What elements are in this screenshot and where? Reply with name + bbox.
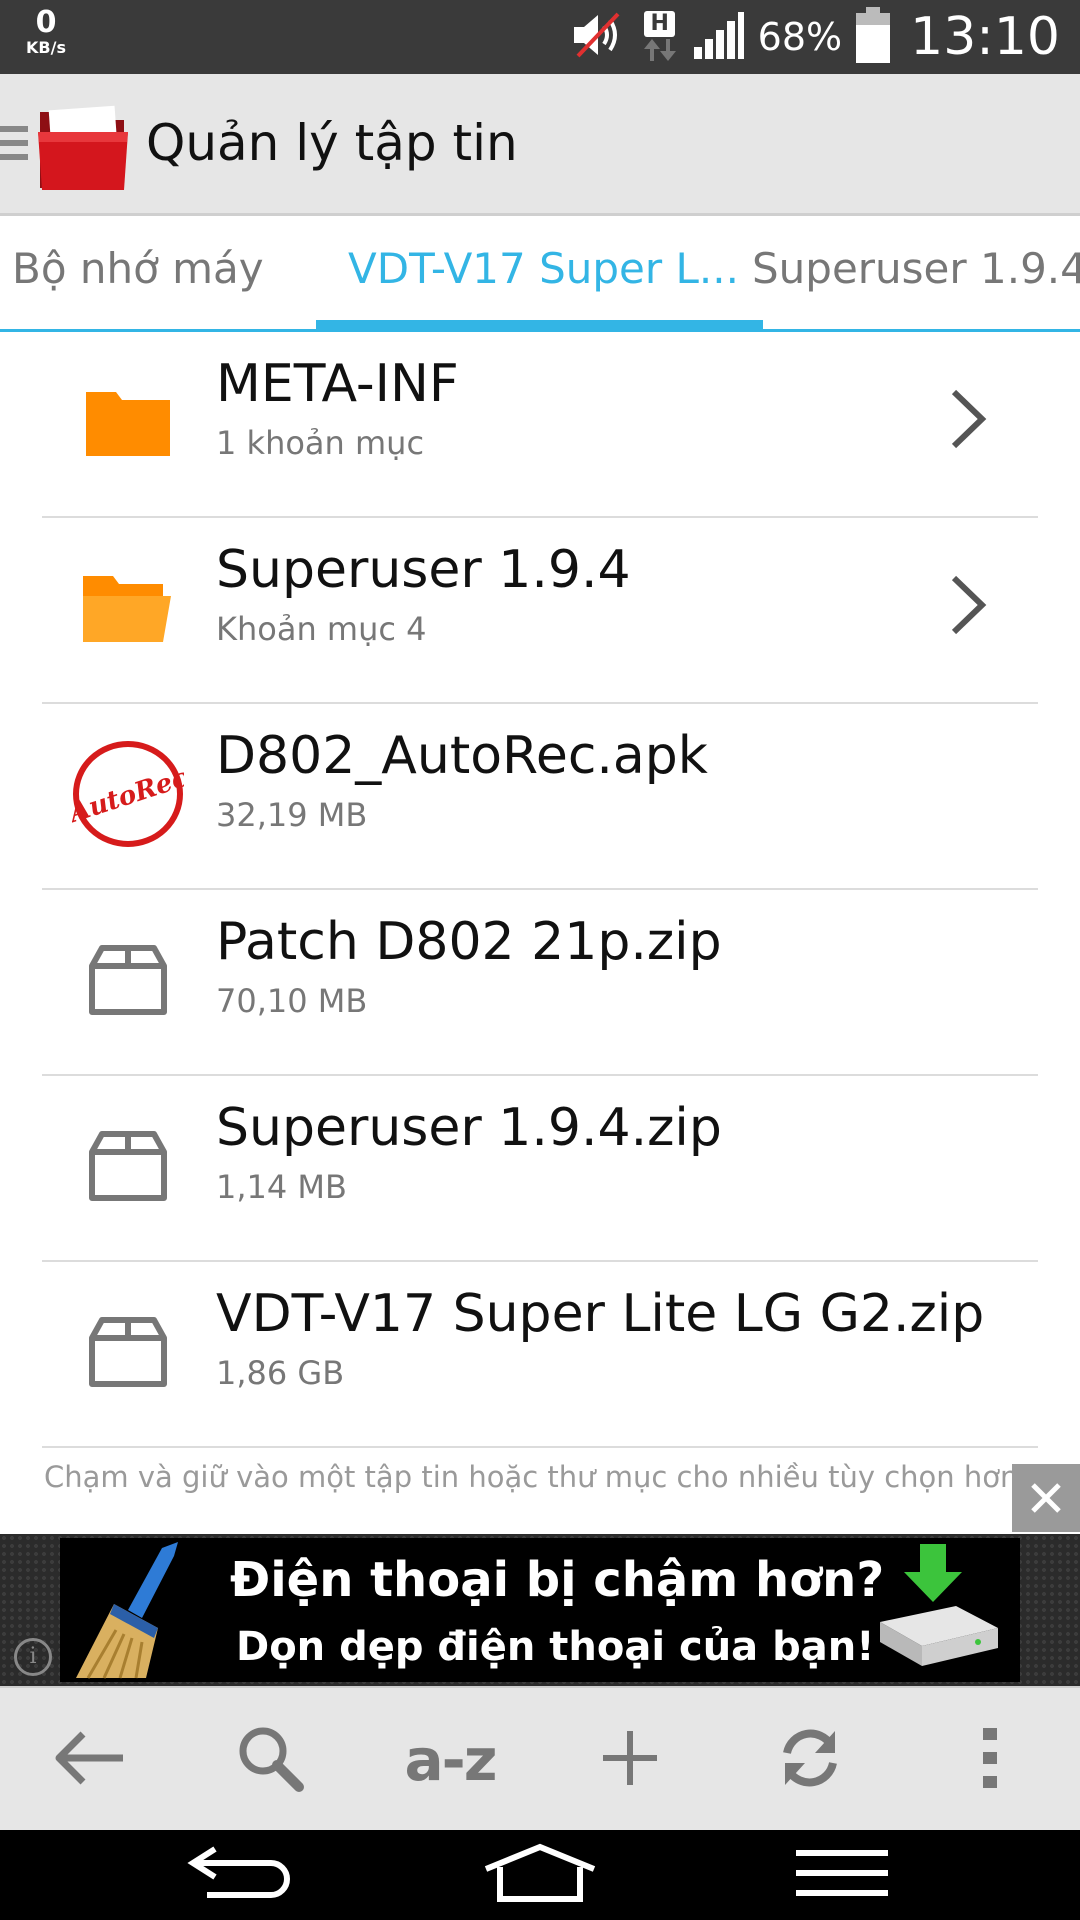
battery-percent: 68% [757, 15, 843, 59]
list-item-meta-inf[interactable]: META-INF 1 khoản mục [0, 332, 1080, 518]
network-speed: 0 KB/s [16, 8, 76, 56]
h-network-icon: H [640, 11, 680, 63]
list-item-superuser-folder[interactable]: Superuser 1.9.4 Khoản mục 4 [0, 518, 1080, 704]
app-bar: Quản lý tập tin [0, 74, 1080, 216]
file-meta: 70,10 MB [216, 982, 368, 1020]
status-bar: 0 KB/s H 68% 13:10 [0, 0, 1080, 74]
bottom-toolbar: a-z [0, 1686, 1080, 1830]
signal-icon [693, 11, 744, 63]
folder-icon [72, 366, 184, 478]
more-button[interactable] [900, 1688, 1080, 1832]
list-item-superuser-zip[interactable]: Superuser 1.9.4.zip 1,14 MB [0, 1076, 1080, 1262]
hard-drive-icon [866, 1544, 1006, 1678]
plus-icon [601, 1729, 659, 1791]
file-name: META-INF [216, 354, 459, 414]
add-button[interactable] [540, 1688, 720, 1832]
chevron-right-icon [948, 570, 988, 640]
sort-az-label: a-z [404, 1726, 498, 1794]
file-meta: 1,14 MB [216, 1168, 347, 1206]
nav-home-button[interactable] [440, 1830, 640, 1920]
file-list: META-INF 1 khoản mục Superuser 1.9.4 Kho… [0, 332, 1080, 1448]
back-button[interactable] [0, 1688, 180, 1832]
home-icon [482, 1843, 598, 1907]
ad-subline: Dọn dẹp điện thoại của bạn! [236, 1624, 875, 1670]
file-meta: 1,86 GB [216, 1354, 345, 1392]
close-icon[interactable] [1012, 1464, 1080, 1532]
network-speed-value: 0 [35, 5, 57, 40]
divider [42, 1446, 1038, 1448]
ad-headline: Điện thoại bị chậm hơn? [230, 1552, 885, 1608]
tab-superuser[interactable]: Superuser 1.9.4 [752, 244, 1080, 293]
ad-content[interactable]: Điện thoại bị chậm hơn? Dọn dẹp điện tho… [60, 1538, 1020, 1682]
search-button[interactable] [180, 1688, 360, 1832]
file-name: VDT-V17 Super Lite LG G2.zip [216, 1284, 985, 1344]
file-meta: 1 khoản mục [216, 424, 425, 462]
refresh-icon [775, 1723, 845, 1797]
archive-icon [72, 924, 184, 1036]
file-name: D802_AutoRec.apk [216, 726, 708, 786]
network-speed-unit: KB/s [26, 38, 66, 57]
network-type-label: H [644, 11, 675, 37]
tab-indicator [316, 320, 763, 330]
autorec-app-icon: AutoRec [72, 738, 184, 850]
file-name: Patch D802 21p.zip [216, 912, 722, 972]
archive-icon [72, 1296, 184, 1408]
broom-icon [66, 1538, 206, 1682]
refresh-button[interactable] [720, 1688, 900, 1832]
mute-icon [570, 10, 626, 64]
app-title: Quản lý tập tin [146, 114, 518, 172]
nav-menu-button[interactable] [742, 1830, 942, 1920]
list-item-autorec-apk[interactable]: AutoRec D802_AutoRec.apk 32,19 MB [0, 704, 1080, 890]
list-item-vdt-zip[interactable]: VDT-V17 Super Lite LG G2.zip 1,86 GB [0, 1262, 1080, 1448]
menu-icon [794, 1848, 890, 1902]
ad-banner[interactable]: Điện thoại bị chậm hơn? Dọn dẹp điện tho… [0, 1534, 1080, 1686]
chevron-right-icon [948, 384, 988, 454]
tab-bar: Bộ nhớ máy VDT-V17 Super L... Superuser … [0, 216, 1080, 332]
archive-icon [72, 1110, 184, 1222]
back-icon [185, 1843, 295, 1907]
sort-button[interactable]: a-z [360, 1688, 540, 1832]
system-nav-bar [0, 1830, 1080, 1920]
nav-back-button[interactable] [140, 1830, 340, 1920]
tab-internal-storage[interactable]: Bộ nhớ máy [12, 244, 264, 293]
file-meta: 32,19 MB [216, 796, 368, 834]
file-meta: Khoản mục 4 [216, 610, 427, 648]
clock: 13:10 [910, 7, 1060, 67]
hint-text: Chạm và giữ vào một tập tin hoặc thư mục… [44, 1460, 1028, 1494]
folder-open-icon [72, 552, 184, 664]
folder-app-icon[interactable] [36, 98, 132, 194]
search-icon [235, 1723, 305, 1797]
file-name: Superuser 1.9.4 [216, 540, 631, 600]
ad-info-icon[interactable]: i [14, 1638, 52, 1676]
more-vert-icon [980, 1726, 1000, 1794]
back-arrow-icon [53, 1730, 127, 1790]
tab-vdt-v17[interactable]: VDT-V17 Super L... [348, 244, 739, 293]
drawer-menu-icon[interactable] [0, 126, 28, 164]
battery-icon [856, 7, 891, 67]
file-name: Superuser 1.9.4.zip [216, 1098, 722, 1158]
list-item-patch-zip[interactable]: Patch D802 21p.zip 70,10 MB [0, 890, 1080, 1076]
